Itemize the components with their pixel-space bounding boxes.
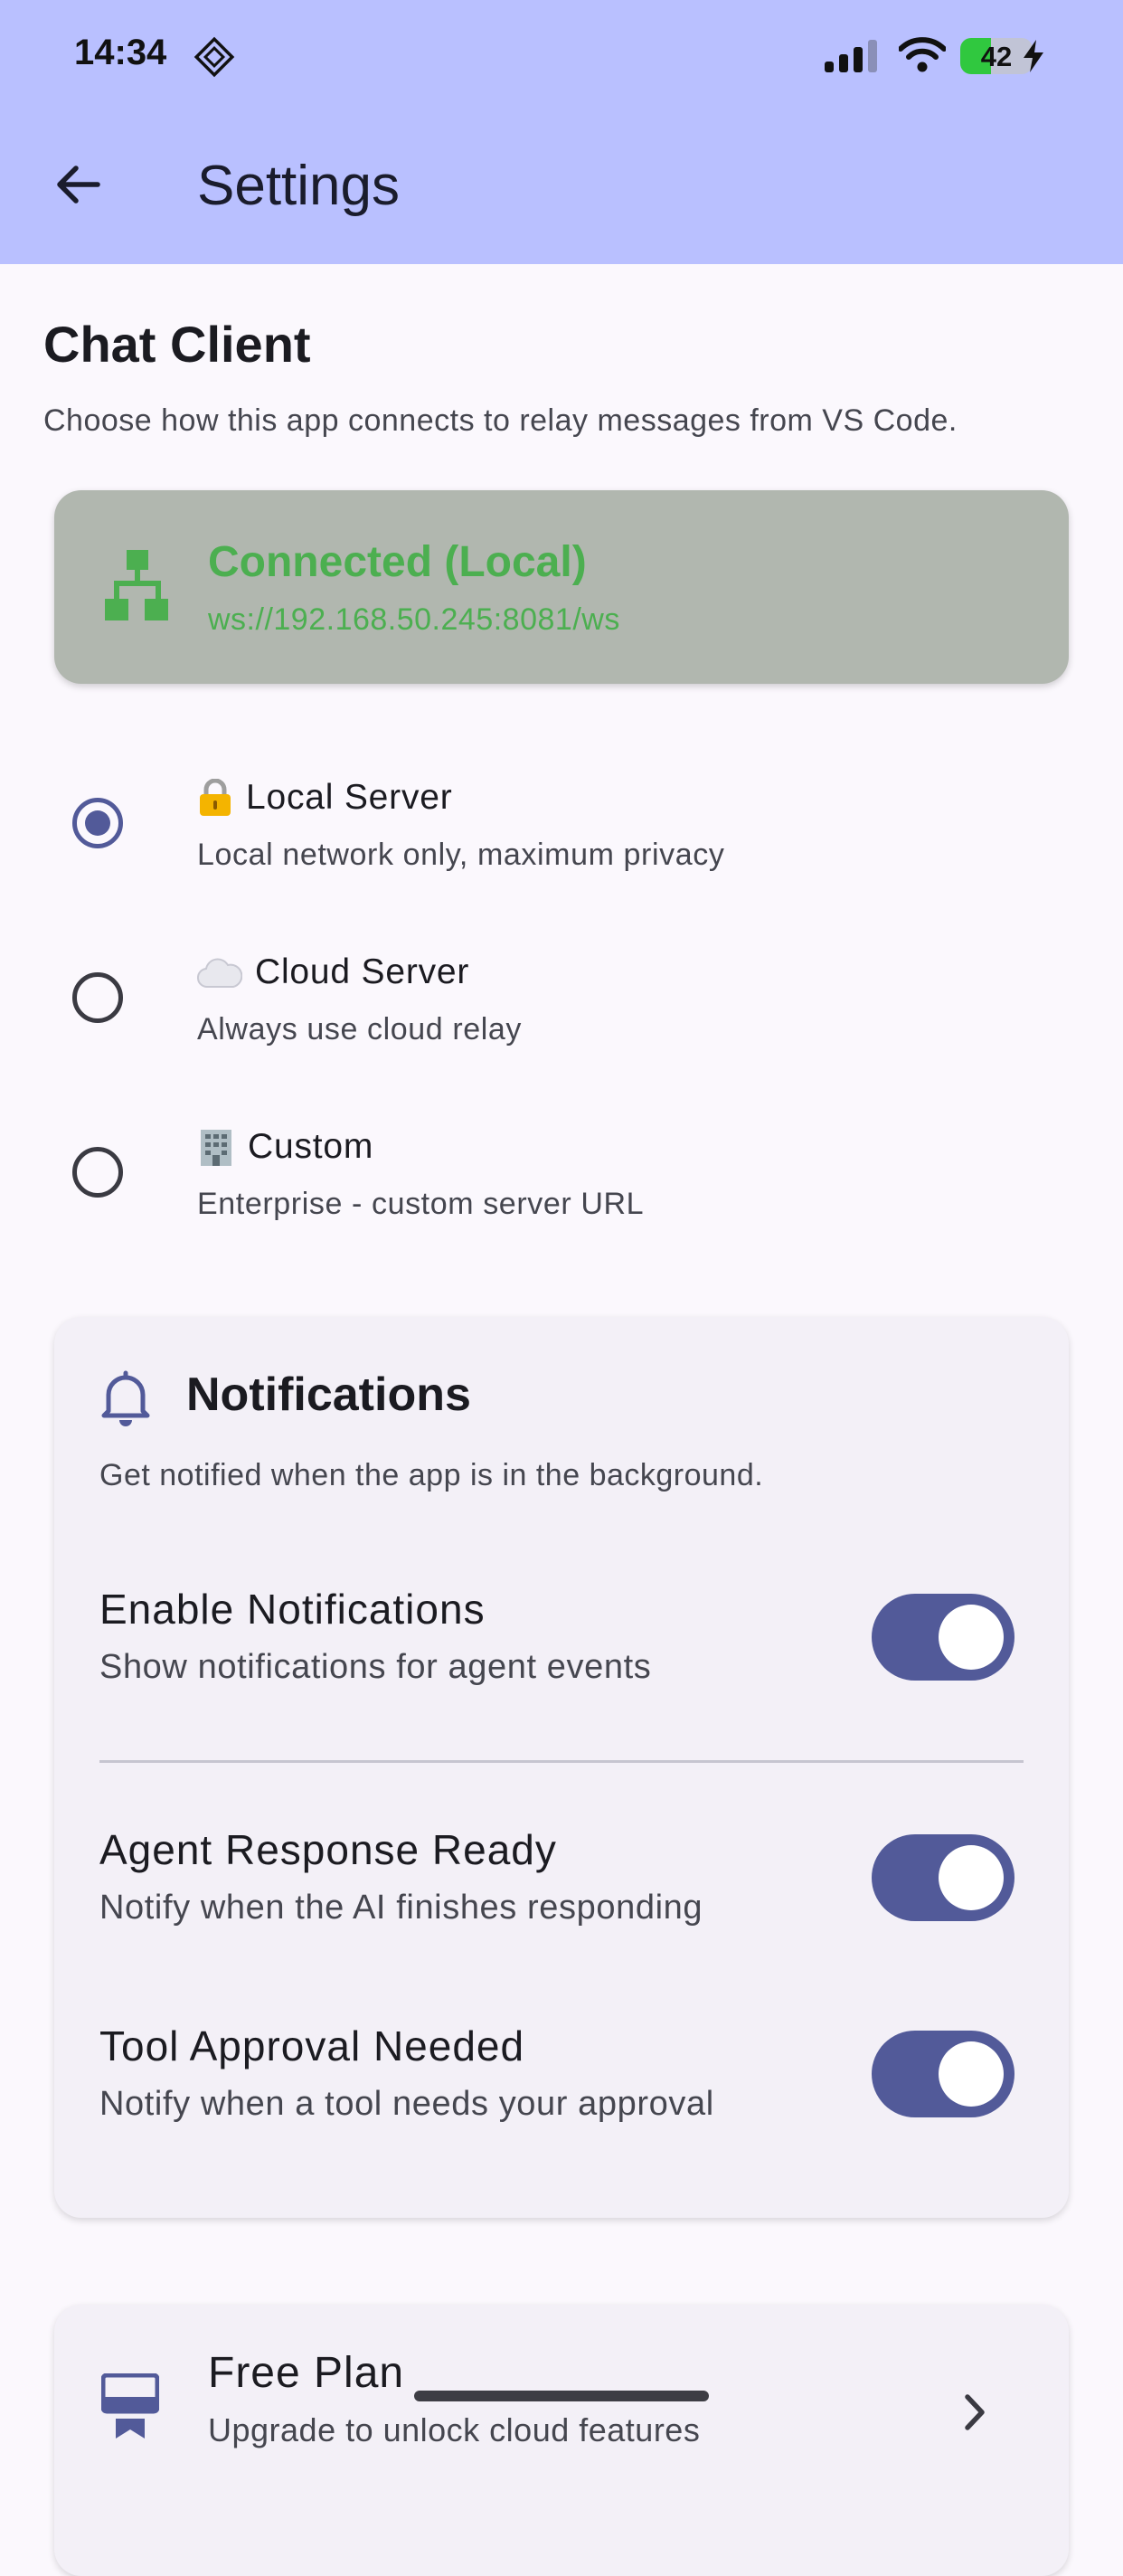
radio-option-local-server[interactable]: Local Server Local network only, maximum… [0,758,1123,894]
radio-button-cloud-server[interactable] [72,972,123,1023]
radio-button-custom[interactable] [72,1147,123,1198]
connection-status-card: Connected (Local) ws://192.168.50.245:80… [54,490,1069,684]
radio-option-label: Custom [197,1127,373,1167]
network-tree-icon [105,550,168,625]
local-server-label: Local Server [246,778,453,817]
arrow-left-icon [52,159,103,214]
navigation-diamond-icon [193,36,235,82]
switch-knob [939,1605,1004,1670]
toggle-title: Enable Notifications [99,1586,486,1633]
chevron-right-icon [957,2391,993,2438]
custom-label: Custom [248,1127,374,1166]
charging-bolt-icon [1022,40,1045,77]
app-bar: Settings [0,110,1123,264]
plan-subtitle: Upgrade to unlock cloud features [208,2411,701,2448]
toggle-title: Tool Approval Needed [99,2022,525,2069]
home-indicator[interactable] [414,2391,709,2401]
radio-option-label: Local Server [197,778,453,818]
divider [99,1760,1024,1763]
lock-icon [197,779,233,817]
radio-option-label: Cloud Server [197,952,469,992]
toggle-subtitle: Notify when a tool needs your approval [99,2085,714,2123]
monitor-icon [100,2372,160,2443]
toggle-row-enable-notifications[interactable]: Enable Notifications Show notifications … [54,1585,1069,1720]
back-button[interactable] [43,152,112,221]
radio-option-cloud-server[interactable]: Cloud Server Always use cloud relay [0,933,1123,1068]
radio-option-custom[interactable]: Custom Enterprise - custom server URL [0,1107,1123,1243]
cloud-server-description: Always use cloud relay [197,1012,523,1046]
toggle-row-agent-response-ready[interactable]: Agent Response Ready Notify when the AI … [54,1825,1069,1961]
page-title: Settings [197,155,401,217]
chat-client-description: Choose how this app connects to relay me… [43,403,958,438]
custom-description: Enterprise - custom server URL [197,1187,645,1221]
tool-approval-needed-switch[interactable] [872,2031,1014,2117]
agent-response-ready-switch[interactable] [872,1834,1014,1921]
local-server-description: Local network only, maximum privacy [197,838,725,872]
enable-notifications-switch[interactable] [872,1594,1014,1681]
toggle-row-tool-approval-needed[interactable]: Tool Approval Needed Notify when a tool … [54,2022,1069,2157]
wifi-icon [898,36,947,77]
cloud-icon [197,956,242,989]
notifications-description: Get notified when the app is in the back… [99,1458,764,1492]
status-bar: 14:34 42 [0,0,1123,110]
radio-button-local-server[interactable] [72,798,123,848]
connection-url: ws://192.168.50.245:8081/ws [208,602,620,637]
switch-knob [939,2041,1004,2107]
plan-title: Free Plan [208,2349,405,2397]
toggle-subtitle: Notify when the AI finishes responding [99,1889,703,1927]
cloud-server-label: Cloud Server [255,952,470,991]
connection-status: Connected (Local) [208,538,587,586]
chat-client-heading: Chat Client [43,316,311,373]
cellular-signal-icon [825,40,884,77]
switch-knob [939,1845,1004,1910]
notifications-heading: Notifications [186,1368,471,1421]
plan-card[interactable]: Free Plan Upgrade to unlock cloud featur… [54,2305,1069,2576]
office-building-icon [197,1128,235,1166]
toggle-title: Agent Response Ready [99,1826,557,1873]
status-time: 14:34 [74,33,167,72]
notifications-card: Notifications Get notified when the app … [54,1317,1069,2218]
bell-icon [99,1369,152,1432]
toggle-subtitle: Show notifications for agent events [99,1648,652,1686]
